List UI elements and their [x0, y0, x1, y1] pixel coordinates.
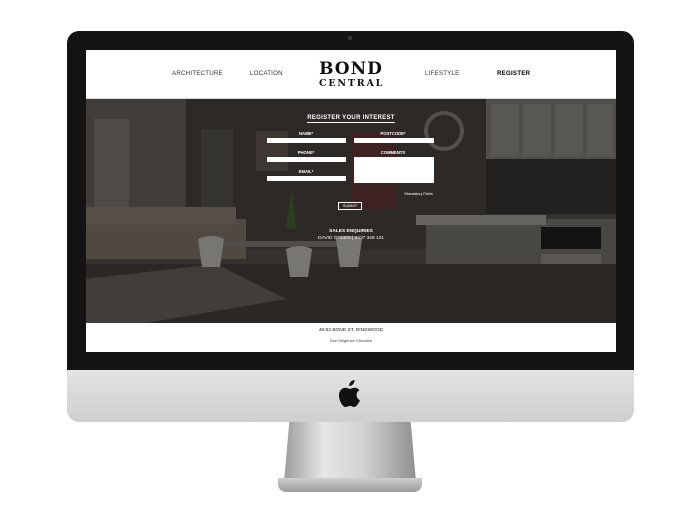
register-form-title: REGISTER YOUR INTEREST — [307, 115, 395, 123]
apple-icon — [339, 380, 360, 407]
comments-label: COMMENTS — [380, 150, 406, 155]
phone-input[interactable] — [267, 157, 346, 162]
camera-icon — [348, 36, 352, 40]
website-screen: ARCHITECTURE LOCATION BOND CENTRAL LIFES… — [86, 50, 616, 352]
nav-register[interactable]: REGISTER — [497, 70, 530, 77]
interior-background-image — [86, 99, 616, 323]
sales-enquiries-title: SALES ENQUIRIES — [329, 229, 373, 234]
sales-contact: DAVID GREEN | 0437 348 131 — [318, 236, 384, 241]
email-label: EMAIL* — [298, 169, 314, 174]
comments-textarea[interactable] — [354, 157, 434, 183]
nav-lifestyle[interactable]: LIFESTYLE — [425, 70, 459, 77]
hero-section: REGISTER YOUR INTEREST NAME* POSTCODE* P… — [86, 99, 616, 323]
nav-architecture[interactable]: ARCHITECTURE — [172, 70, 223, 77]
site-footer: 48-52 BOND ST, RINGWOOD Due Diligence Ch… — [86, 323, 616, 352]
logo-line-2: CENTRAL — [319, 78, 385, 89]
due-diligence-link[interactable]: Due Diligence Checklist — [86, 338, 616, 343]
bond-central-logo[interactable]: BOND CENTRAL — [319, 61, 383, 89]
nav-location[interactable]: LOCATION — [250, 70, 283, 77]
postcode-label: POSTCODE* — [380, 131, 406, 136]
mandatory-fields-note: *Mandatory Fields — [404, 192, 433, 196]
phone-label: PHONE* — [297, 150, 315, 155]
name-input[interactable] — [267, 138, 346, 143]
imac-stand — [284, 422, 416, 482]
name-label: NAME* — [299, 131, 313, 136]
logo-line-1: BOND — [319, 59, 383, 79]
imac-chin — [67, 370, 634, 422]
email-input[interactable] — [267, 176, 346, 181]
footer-address: 48-52 BOND ST, RINGWOOD — [318, 328, 384, 333]
site-navigation: ARCHITECTURE LOCATION BOND CENTRAL LIFES… — [86, 50, 616, 99]
postcode-input[interactable] — [354, 138, 434, 143]
submit-button[interactable]: SUBMIT — [338, 202, 362, 210]
imac-stand-base — [278, 478, 422, 492]
